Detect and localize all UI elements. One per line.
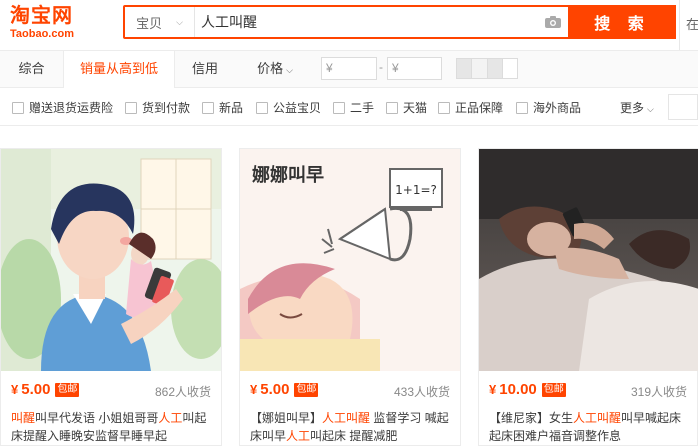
product-image[interactable]	[1, 149, 221, 371]
price-symbol: ¥	[11, 382, 19, 397]
filter-new[interactable]: 新品	[202, 99, 243, 116]
filter-secondhand[interactable]: 二手	[333, 99, 374, 116]
checkbox-icon[interactable]	[438, 101, 450, 114]
price-symbol: ¥	[489, 382, 497, 397]
filter-genuine[interactable]: 正品保障	[438, 99, 503, 116]
price-range-dash: -	[379, 60, 383, 74]
checkbox-icon[interactable]	[256, 101, 268, 114]
product-price: ¥ 5.00 包邮	[11, 381, 80, 398]
sort-default[interactable]: 综合	[0, 51, 63, 87]
title-part: 叫醒	[11, 411, 36, 425]
free-shipping-badge: 包邮	[541, 382, 566, 397]
filter-overseas[interactable]: 海外商品	[516, 99, 581, 116]
filter-label: 新品	[219, 101, 244, 115]
product-card[interactable]: ¥ 5.00 包邮 862人收货 叫醒叫早代发语 小姐姐哥哥人工叫起床提醒入睡晚…	[0, 148, 222, 446]
product-price: ¥ 10.00 包邮	[489, 381, 566, 398]
search-button[interactable]: 搜 索	[568, 5, 676, 39]
filter-tmall[interactable]: 天猫	[386, 99, 427, 116]
title-part: 人工叫醒	[322, 411, 371, 425]
image-math-text: 1+1=?	[395, 183, 437, 197]
camera-icon[interactable]	[538, 7, 568, 37]
checkbox-icon[interactable]	[202, 101, 214, 114]
product-title[interactable]: 【娜姐叫早】人工叫醒 监督学习 喊起床叫早人工叫起床 提醒减肥	[250, 409, 454, 445]
price-value: 5.00	[21, 381, 51, 398]
sort-bar: 综合 销量从高到低 信用 价格 ⌵ ¥ - ¥	[0, 50, 698, 88]
product-card[interactable]: ¥ 10.00 包邮 319人收货 【维尼家】女生人工叫醒叫早喊起床起床困难户福…	[478, 148, 698, 446]
checkbox-icon[interactable]	[386, 101, 398, 114]
more-filters-button[interactable]: 更多 ⌵	[620, 99, 654, 116]
sort-credit[interactable]: 信用	[175, 51, 235, 87]
filter-label: 公益宝贝	[273, 101, 322, 115]
free-shipping-badge: 包邮	[294, 382, 319, 397]
sort-price[interactable]: 价格 ⌵	[240, 51, 310, 87]
search-scope-label: 宝贝	[136, 15, 163, 31]
grid-view-icon[interactable]	[456, 58, 473, 79]
chevron-down-icon: ⌵	[286, 65, 293, 75]
title-part: 人工	[286, 429, 311, 443]
search-box: 宝贝 ⌵ 搜 索	[123, 5, 676, 39]
filter-bar: 赠送退货运费险 货到付款 新品 公益宝贝 二手 天猫 正品保障 海外商品 更多 ⌵	[0, 88, 698, 126]
title-part: 叫早代发语 小姐姐哥哥	[35, 411, 159, 425]
product-title[interactable]: 【维尼家】女生人工叫醒叫早喊起床起床困难户福音调整作息	[489, 409, 693, 445]
product-card[interactable]: 1+1=? 娜娜叫早 ¥ 5.00 包邮 433人收货 【娜姐叫早】人工叫醒 监…	[239, 148, 461, 446]
header-right-link[interactable]: 在	[679, 0, 698, 50]
title-part: 叫起床 提醒减肥	[310, 429, 398, 443]
title-part: 【娜姐叫早】	[250, 411, 323, 425]
product-image[interactable]: 1+1=? 娜娜叫早	[240, 149, 460, 371]
search-scope-select[interactable]: 宝贝 ⌵	[125, 7, 195, 37]
checkbox-icon[interactable]	[125, 101, 137, 114]
chevron-down-icon: ⌵	[176, 16, 183, 27]
header: 淘宝网 Taobao.com 宝贝 ⌵ 搜 索 在	[0, 0, 698, 50]
sold-count: 319人收货	[630, 385, 687, 399]
more-label: 更多	[620, 101, 645, 115]
checkbox-icon[interactable]	[12, 101, 24, 114]
logo-en: Taobao.com	[10, 28, 74, 40]
chevron-down-icon: ⌵	[647, 104, 654, 114]
filter-label: 赠送退货运费险	[29, 101, 114, 115]
price-value: 10.00	[499, 381, 537, 398]
filter-label: 正品保障	[455, 101, 504, 115]
side-panel-edge	[668, 94, 698, 120]
sort-sales[interactable]: 销量从高到低	[63, 51, 175, 88]
logo-cn: 淘宝网	[10, 3, 73, 27]
title-part: 人工叫醒	[573, 411, 622, 425]
free-shipping-badge: 包邮	[55, 382, 80, 397]
checkbox-icon[interactable]	[333, 101, 345, 114]
filter-label: 二手	[350, 101, 375, 115]
filter-label: 天猫	[403, 101, 428, 115]
filter-charity[interactable]: 公益宝贝	[256, 99, 321, 116]
product-title[interactable]: 叫醒叫早代发语 小姐姐哥哥人工叫起床提醒入睡晚安监督早睡早起	[11, 409, 215, 445]
sort-price-label: 价格	[257, 61, 284, 76]
sold-count: 433人收货	[393, 385, 450, 399]
grid-view-icon-2[interactable]	[472, 58, 488, 79]
view-switcher[interactable]	[456, 58, 518, 79]
price-max-input[interactable]: ¥	[387, 57, 442, 80]
product-price: ¥ 5.00 包邮	[250, 381, 319, 398]
title-part: 人工	[158, 411, 183, 425]
checkbox-icon[interactable]	[516, 101, 528, 114]
filter-cod[interactable]: 货到付款	[125, 99, 190, 116]
list-view-icon-2[interactable]	[502, 58, 518, 79]
filter-label: 货到付款	[142, 101, 191, 115]
search-input[interactable]	[195, 7, 538, 37]
price-symbol: ¥	[250, 382, 258, 397]
list-view-icon[interactable]	[487, 58, 503, 79]
taobao-logo[interactable]: 淘宝网 Taobao.com	[10, 4, 110, 44]
product-image[interactable]	[479, 149, 698, 371]
title-part: 【维尼家】女生	[489, 411, 574, 425]
price-value: 5.00	[260, 381, 290, 398]
sold-count: 862人收货	[154, 385, 211, 399]
price-min-input[interactable]: ¥	[321, 57, 377, 80]
filter-free-return[interactable]: 赠送退货运费险	[12, 99, 113, 116]
filter-label: 海外商品	[533, 101, 582, 115]
image-caption-text: 娜娜叫早	[252, 164, 324, 186]
